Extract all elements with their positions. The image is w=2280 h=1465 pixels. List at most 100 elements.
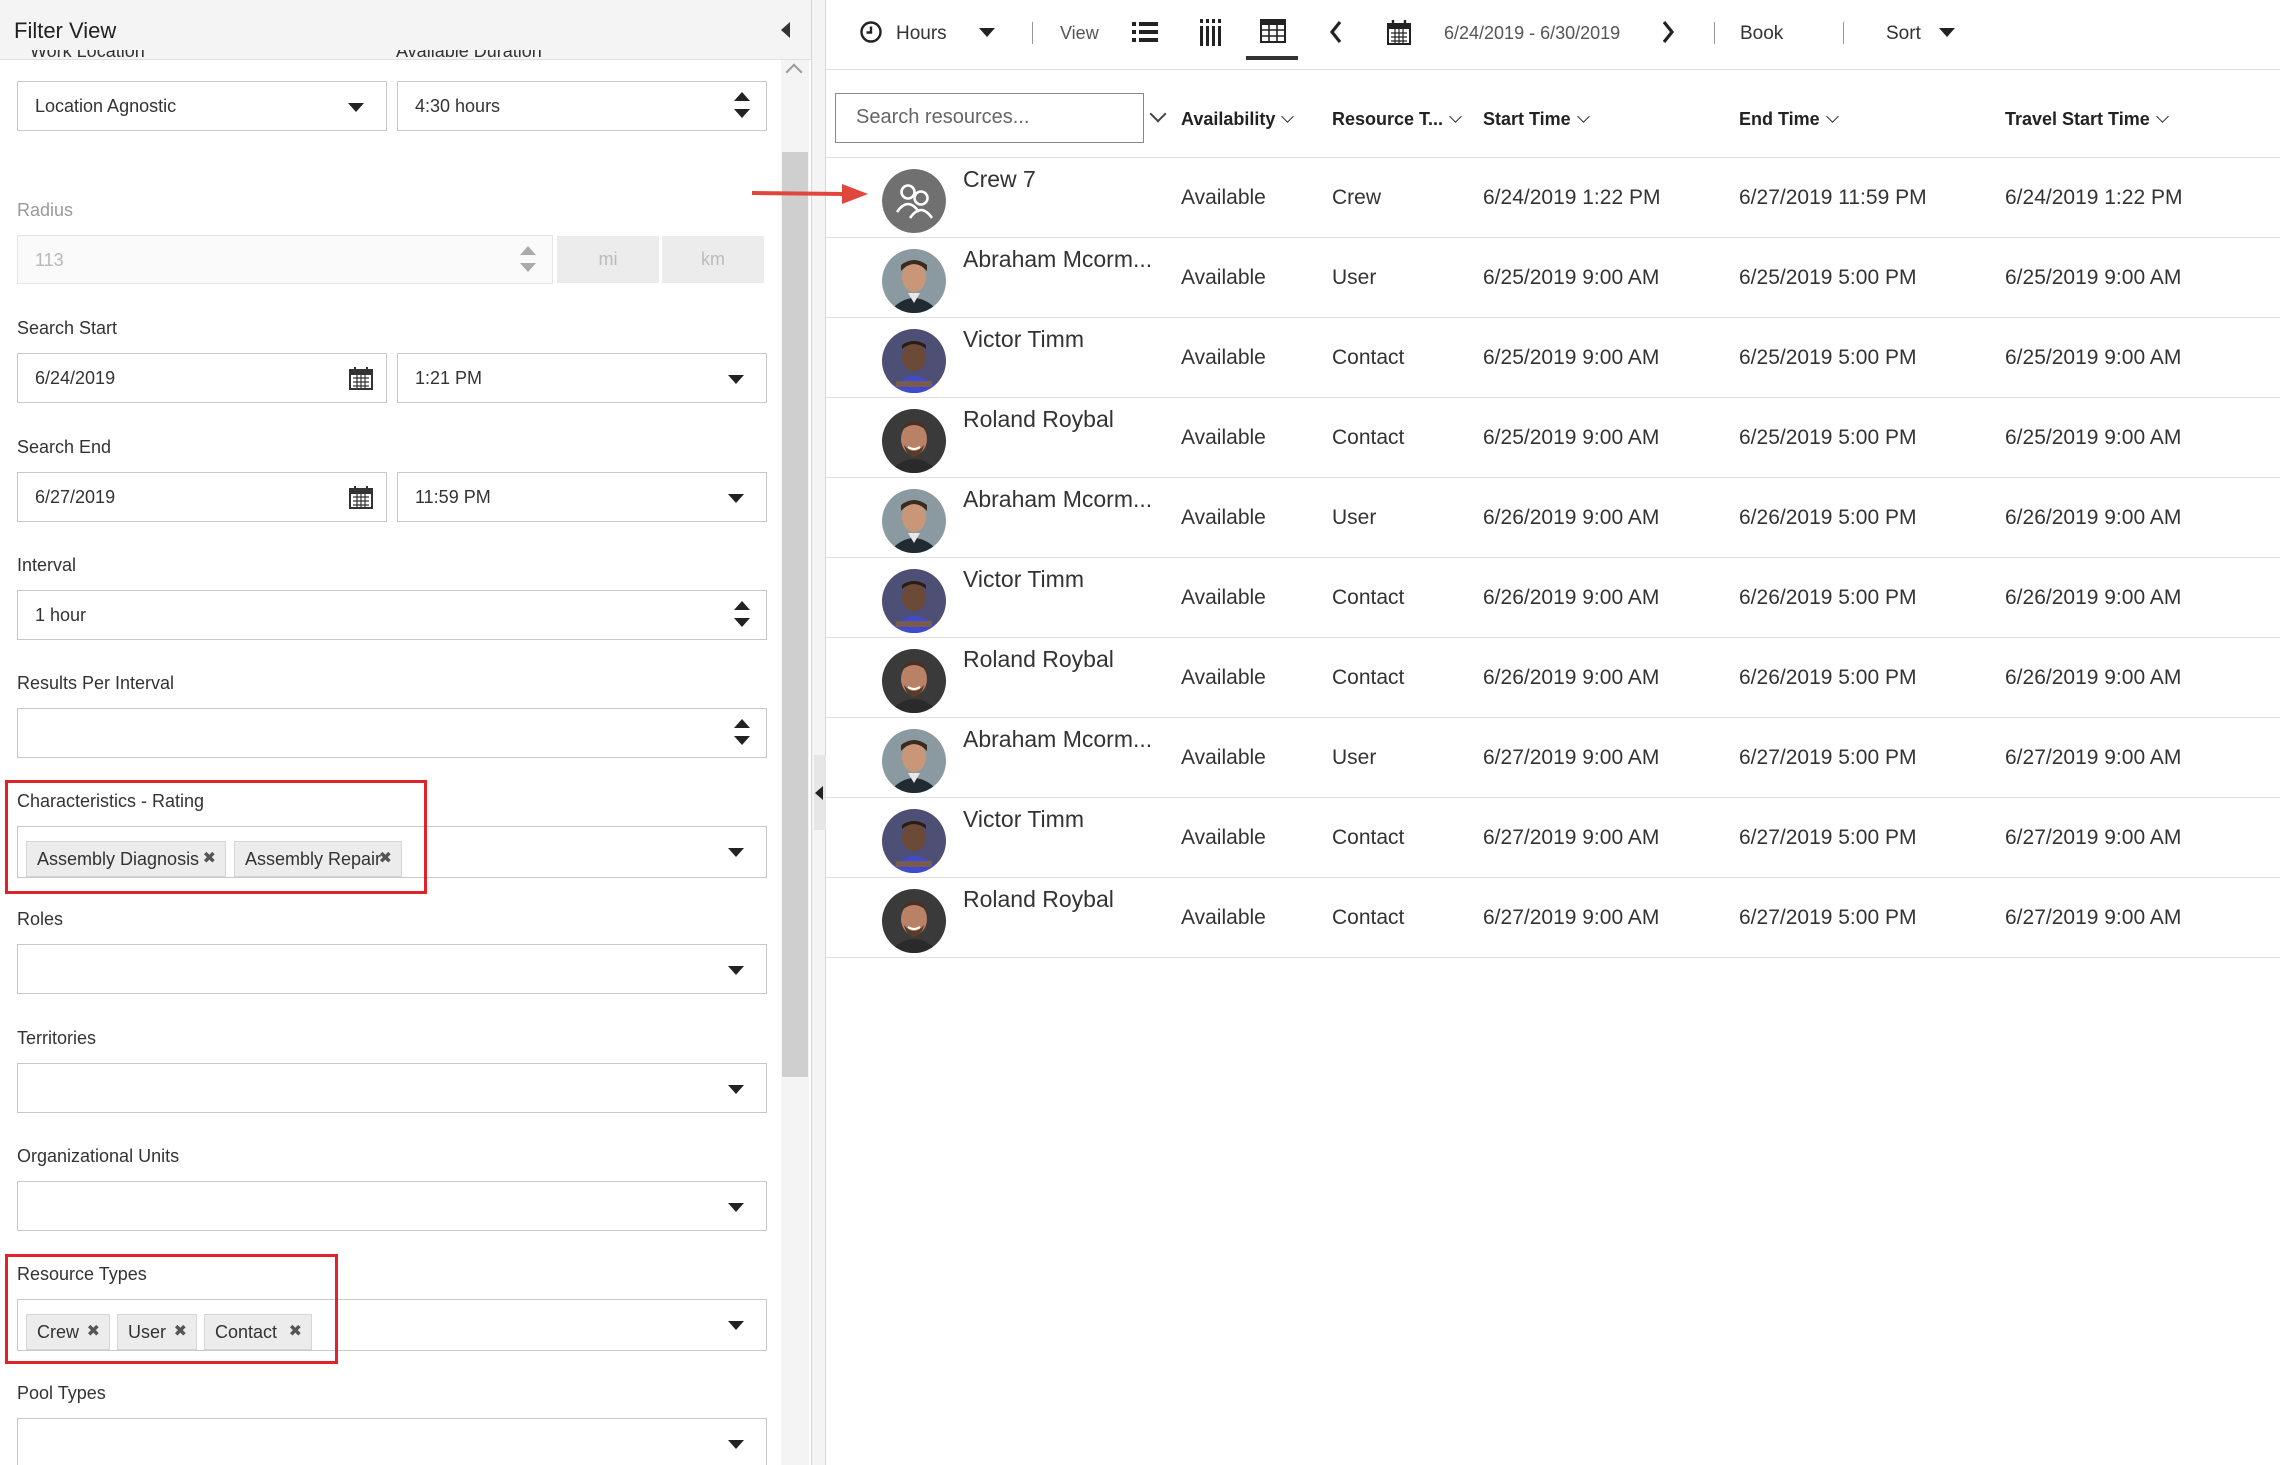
- toolbar: Hours View 6/24/2019 - 6/30/2019 Book So…: [826, 0, 2280, 70]
- chevron-left-icon[interactable]: [1328, 20, 1344, 44]
- travel-start-time-cell: 6/26/2019 9:00 AM: [2005, 666, 2182, 689]
- sort-button[interactable]: Sort: [1886, 23, 1921, 45]
- resource-name[interactable]: Roland Roybal: [963, 646, 1114, 673]
- search-end-time-select[interactable]: 11:59 PM: [397, 472, 767, 522]
- grid-view-icon[interactable]: [1260, 19, 1286, 43]
- chevron-down-icon: [728, 1321, 744, 1330]
- resource-types-select[interactable]: Crew ✖ User ✖ Contact ✖: [17, 1299, 767, 1351]
- calendar-icon[interactable]: [348, 365, 374, 391]
- interval-label: Interval: [17, 555, 77, 575]
- table-row[interactable]: Victor Timm Available Contact 6/25/2019 9:0…: [826, 318, 2280, 398]
- results-area: Hours View 6/24/2019 - 6/30/2019 Book So…: [826, 0, 2280, 1465]
- column-header-travel-start-time[interactable]: Travel Start Time: [2005, 109, 2169, 130]
- available-duration-stepper[interactable]: 4:30 hours: [397, 81, 767, 131]
- end-time-cell: 6/26/2019 5:00 PM: [1739, 666, 1917, 689]
- availability-cell: Available: [1181, 826, 1266, 849]
- table-row[interactable]: Roland Roybal Available Contact 6/26/2019 9…: [826, 638, 2280, 718]
- spinner-icon[interactable]: [734, 719, 750, 749]
- table-row[interactable]: Abraham Mcorm... Available User 6/27/2019 9…: [826, 718, 2280, 798]
- collapse-panel-icon[interactable]: [781, 22, 790, 38]
- resource-name[interactable]: Crew 7: [963, 166, 1036, 193]
- results-per-interval-stepper[interactable]: [17, 708, 767, 758]
- column-header-label: Resource T...: [1332, 109, 1444, 129]
- unit-km-button: km: [662, 236, 764, 283]
- end-time-cell: 6/27/2019 5:00 PM: [1739, 906, 1917, 929]
- chevron-down-icon: [1825, 110, 1839, 123]
- remove-tag-icon[interactable]: ✖: [87, 1315, 100, 1349]
- tag-crew: Crew ✖: [26, 1314, 110, 1350]
- characteristics-select[interactable]: Assembly Diagnosis ✖ Assembly Repair ✖: [17, 826, 767, 878]
- tag-assembly-repair: Assembly Repair ✖: [234, 841, 402, 877]
- remove-tag-icon[interactable]: ✖: [379, 842, 392, 876]
- resource-name[interactable]: Roland Roybal: [963, 406, 1114, 433]
- resource-name[interactable]: Victor Timm: [963, 326, 1084, 353]
- radius-label: Radius: [17, 200, 74, 220]
- chevron-down-icon: [728, 494, 744, 503]
- chevron-down-icon: [728, 1085, 744, 1094]
- calendar-icon[interactable]: [348, 484, 374, 510]
- panel-splitter[interactable]: [812, 0, 826, 1465]
- sort-dropdown-icon[interactable]: [1939, 28, 1955, 37]
- filter-scrollbar-thumb[interactable]: [782, 152, 808, 1077]
- vertical-view-icon[interactable]: [1199, 19, 1225, 47]
- calendar-icon[interactable]: [1386, 18, 1412, 46]
- chevron-down-icon: [348, 103, 364, 112]
- search-start-time-value: 1:21 PM: [415, 368, 483, 388]
- pool-types-select[interactable]: [17, 1418, 767, 1465]
- table-row[interactable]: Abraham Mcorm... Available User 6/26/2019 9…: [826, 478, 2280, 558]
- org-units-select[interactable]: [17, 1181, 767, 1231]
- column-header-end-time[interactable]: End Time: [1739, 109, 1839, 130]
- column-header-start-time[interactable]: Start Time: [1483, 109, 1590, 130]
- clock-icon[interactable]: [859, 20, 883, 44]
- table-row[interactable]: Victor Timm Available Contact 6/27/2019 9:0…: [826, 798, 2280, 878]
- roles-select[interactable]: [17, 944, 767, 994]
- hours-dropdown-icon[interactable]: [979, 28, 995, 37]
- chevron-down-icon: [728, 375, 744, 384]
- resource-name[interactable]: Abraham Mcorm...: [963, 486, 1152, 513]
- resource-name[interactable]: Abraham Mcorm...: [963, 726, 1152, 753]
- table-row[interactable]: Abraham Mcorm... Available User 6/25/2019 9…: [826, 238, 2280, 318]
- column-header-resource-type[interactable]: Resource T...: [1332, 109, 1462, 130]
- spinner-icon[interactable]: [734, 601, 750, 631]
- list-view-icon[interactable]: [1131, 20, 1159, 44]
- resource-name[interactable]: Victor Timm: [963, 806, 1084, 833]
- chevron-down-icon: [728, 848, 744, 857]
- column-header-availability[interactable]: Availability: [1181, 109, 1295, 130]
- search-input[interactable]: [856, 106, 1126, 129]
- table-row[interactable]: Victor Timm Available Contact 6/26/2019 9:0…: [826, 558, 2280, 638]
- chevron-right-icon[interactable]: [1660, 20, 1676, 44]
- resource-type-cell: Crew: [1332, 186, 1382, 209]
- search-start-date-input[interactable]: 6/24/2019: [17, 353, 387, 403]
- search-box[interactable]: [835, 93, 1144, 143]
- hours-label[interactable]: Hours: [896, 23, 947, 45]
- travel-start-time-cell: 6/26/2019 9:00 AM: [2005, 586, 2182, 609]
- table-row[interactable]: Crew 7 Available Crew 6/24/2019 1:22 PM 6/27…: [826, 158, 2280, 238]
- avatar: [882, 329, 946, 393]
- table-row[interactable]: Roland Roybal Available Contact 6/27/2019 9…: [826, 878, 2280, 958]
- availability-cell: Available: [1181, 186, 1266, 209]
- end-time-cell: 6/25/2019 5:00 PM: [1739, 346, 1917, 369]
- resource-name[interactable]: Abraham Mcorm...: [963, 246, 1152, 273]
- resource-name[interactable]: Roland Roybal: [963, 886, 1114, 913]
- resource-name[interactable]: Victor Timm: [963, 566, 1084, 593]
- search-end-date-input[interactable]: 6/27/2019: [17, 472, 387, 522]
- avatar: [882, 649, 946, 713]
- spinner-icon[interactable]: [734, 92, 750, 122]
- book-button[interactable]: Book: [1740, 23, 1783, 45]
- travel-start-time-cell: 6/25/2019 9:00 AM: [2005, 346, 2182, 369]
- view-label: View: [1060, 23, 1099, 43]
- remove-tag-icon[interactable]: ✖: [203, 842, 216, 876]
- toolbar-separator: [1032, 22, 1033, 44]
- availability-cell: Available: [1181, 586, 1266, 609]
- search-start-time-select[interactable]: 1:21 PM: [397, 353, 767, 403]
- chevron-down-icon[interactable]: [1149, 105, 1167, 123]
- table-row[interactable]: Roland Roybal Available Contact 6/25/2019 9…: [826, 398, 2280, 478]
- remove-tag-icon[interactable]: ✖: [174, 1315, 187, 1349]
- date-range[interactable]: 6/24/2019 - 6/30/2019: [1444, 23, 1620, 44]
- travel-start-time-cell: 6/26/2019 9:00 AM: [2005, 506, 2182, 529]
- work-location-select[interactable]: Location Agnostic: [17, 81, 387, 131]
- collapse-arrow-icon[interactable]: [815, 786, 823, 800]
- interval-stepper[interactable]: 1 hour: [17, 590, 767, 640]
- remove-tag-icon[interactable]: ✖: [289, 1315, 302, 1349]
- territories-select[interactable]: [17, 1063, 767, 1113]
